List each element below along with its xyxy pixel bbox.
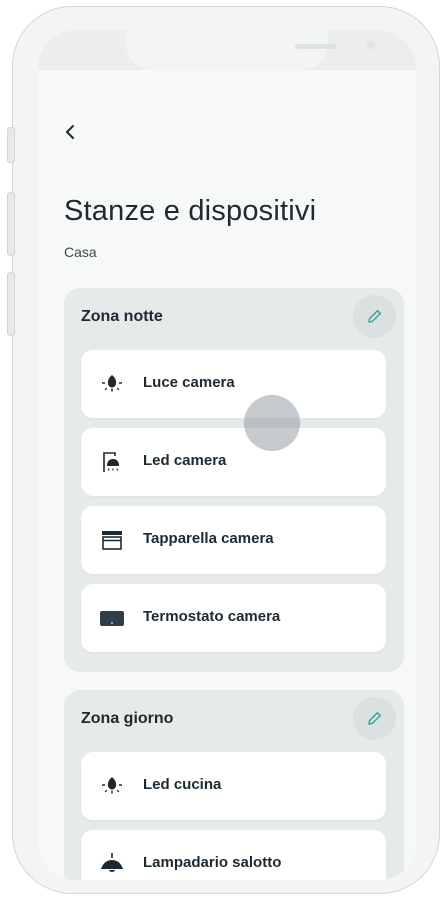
- device-item-tapparella-camera[interactable]: Tapparella camera: [81, 506, 386, 574]
- zone-card-notte: Zona notte Luce camera Led camera Tappar…: [64, 288, 404, 672]
- notch: [126, 30, 375, 70]
- main-content: Stanze e dispositivi Casa Zona notte Luc…: [38, 70, 416, 880]
- touch-indicator: [244, 395, 300, 451]
- bulb-icon: [102, 777, 122, 794]
- device-item-luce-camera[interactable]: Luce camera: [81, 350, 386, 418]
- shutter-icon: [102, 531, 122, 550]
- pencil-icon: [368, 711, 382, 725]
- device-item-lampadario-salotto[interactable]: Lampadario salotto: [81, 830, 386, 880]
- phone-screen: Stanze e dispositivi Casa Zona notte Luc…: [38, 30, 416, 880]
- speaker: [295, 44, 337, 49]
- page-title: Stanze e dispositivi: [64, 195, 317, 227]
- device-item-led-cucina[interactable]: Led cucina: [81, 752, 386, 820]
- edit-zone-button[interactable]: [353, 697, 396, 740]
- chevron-left-icon: [66, 125, 74, 139]
- device-label: Lampadario salotto: [143, 854, 282, 871]
- device-label: Led cucina: [143, 776, 222, 793]
- pencil-icon: [368, 309, 382, 323]
- device-item-termostato-camera[interactable]: Termostato camera: [81, 584, 386, 652]
- zone-title: Zona giorno: [81, 710, 174, 727]
- chandelier-icon: [101, 853, 123, 872]
- edit-zone-button[interactable]: [353, 295, 396, 338]
- led-icon: [103, 452, 119, 472]
- device-label: Termostato camera: [143, 608, 281, 625]
- bulb-icon: [102, 375, 122, 392]
- device-item-led-camera[interactable]: Led camera: [81, 428, 386, 496]
- device-label: Led camera: [143, 452, 227, 469]
- zone-card-giorno: Zona giorno Led cucina Lampadario salott…: [64, 690, 404, 880]
- zone-title: Zona notte: [81, 308, 163, 325]
- device-label: Tapparella camera: [143, 530, 274, 547]
- thermostat-icon: [100, 611, 124, 626]
- phone-side-button: [7, 192, 15, 256]
- front-camera: [367, 41, 375, 49]
- phone-side-button: [7, 272, 15, 336]
- phone-side-button: [7, 127, 15, 163]
- page-subtitle: Casa: [64, 244, 97, 260]
- device-label: Luce camera: [143, 374, 235, 391]
- back-button[interactable]: [62, 120, 82, 144]
